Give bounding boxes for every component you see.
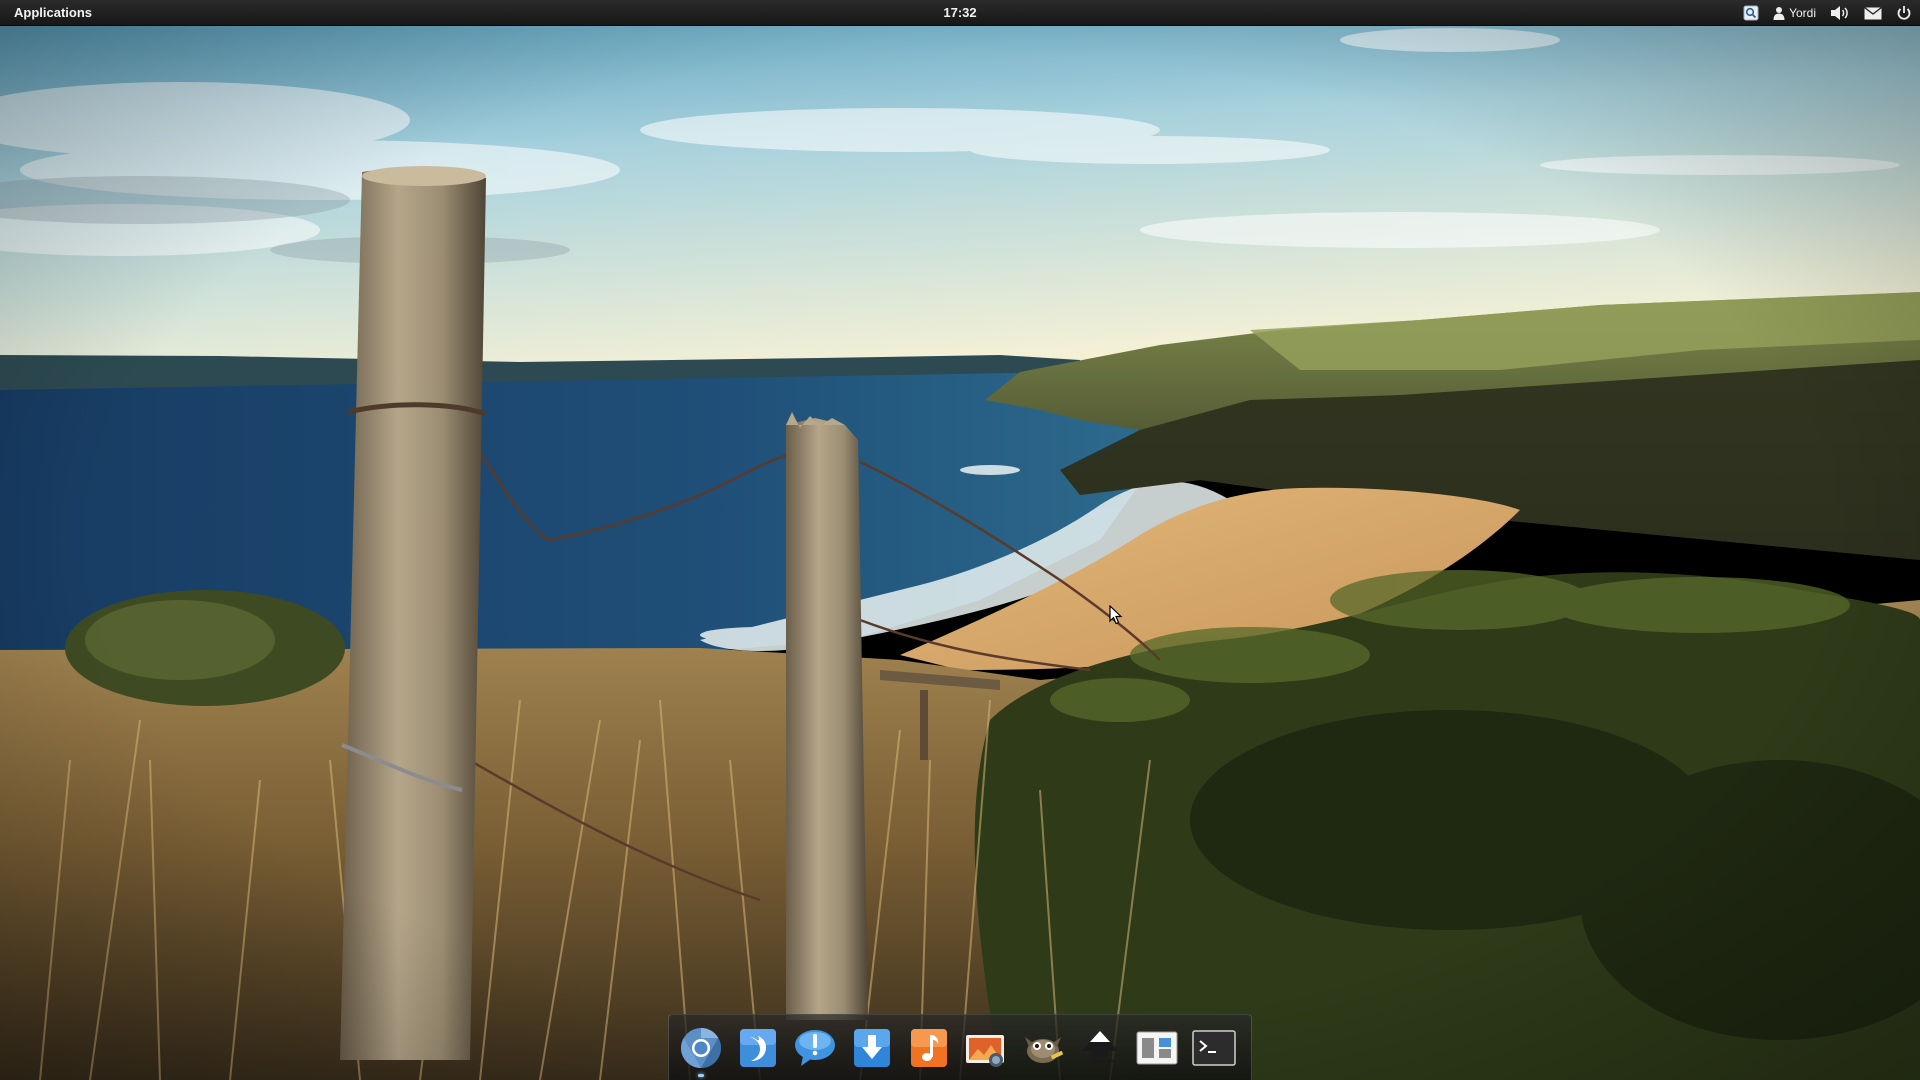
messaging-indicator[interactable] xyxy=(1864,0,1882,26)
dock-item-chromium[interactable] xyxy=(679,1025,723,1077)
search-indicator[interactable] xyxy=(1743,0,1759,26)
clock-indicator[interactable]: 17:32 xyxy=(943,5,976,20)
desktop[interactable]: Applications 17:32 Yordi xyxy=(0,0,1920,1080)
bird-icon xyxy=(740,1029,776,1067)
indicator-area: Yordi xyxy=(1743,0,1912,26)
gimp-icon xyxy=(1025,1037,1063,1063)
desktop-wallpaper xyxy=(0,0,1920,1080)
running-indicator xyxy=(698,1074,704,1077)
user-indicator[interactable]: Yordi xyxy=(1773,0,1816,26)
terminal-icon xyxy=(1192,1030,1236,1066)
mouse-pointer-icon xyxy=(1109,605,1123,625)
chromium-icon xyxy=(681,1028,721,1068)
dock-item-messages[interactable] xyxy=(793,1025,837,1071)
download-arrow-icon xyxy=(854,1029,890,1067)
session-indicator[interactable] xyxy=(1896,0,1912,26)
dock-item-music[interactable] xyxy=(907,1025,951,1071)
user-name: Yordi xyxy=(1789,6,1816,20)
photo-icon xyxy=(966,1035,1004,1067)
workspaces-icon xyxy=(1136,1031,1178,1065)
applications-menu-button[interactable]: Applications xyxy=(14,0,92,26)
power-icon xyxy=(1897,6,1911,20)
top-panel: Applications 17:32 Yordi xyxy=(0,0,1920,26)
dock-item-inkscape[interactable] xyxy=(1078,1025,1122,1071)
user-icon xyxy=(1773,7,1785,20)
volume-icon xyxy=(1831,6,1848,20)
inkscape-icon xyxy=(1082,1031,1118,1064)
dock-item-twitter[interactable] xyxy=(736,1025,780,1071)
music-note-icon xyxy=(911,1029,947,1067)
dock xyxy=(668,1014,1252,1080)
dock-item-downloads[interactable] xyxy=(850,1025,894,1071)
dock-item-terminal[interactable] xyxy=(1192,1025,1236,1071)
dock-item-gimp[interactable] xyxy=(1021,1025,1065,1071)
mail-icon xyxy=(1864,6,1882,19)
search-icon xyxy=(1743,5,1759,21)
dock-item-photos[interactable] xyxy=(964,1025,1008,1071)
dock-item-workspaces[interactable] xyxy=(1135,1025,1179,1071)
clock-wrapper: 17:32 xyxy=(0,0,1920,26)
dock-items xyxy=(679,1025,1236,1077)
sound-indicator[interactable] xyxy=(1830,0,1850,26)
chat-bubble-icon xyxy=(795,1030,835,1066)
